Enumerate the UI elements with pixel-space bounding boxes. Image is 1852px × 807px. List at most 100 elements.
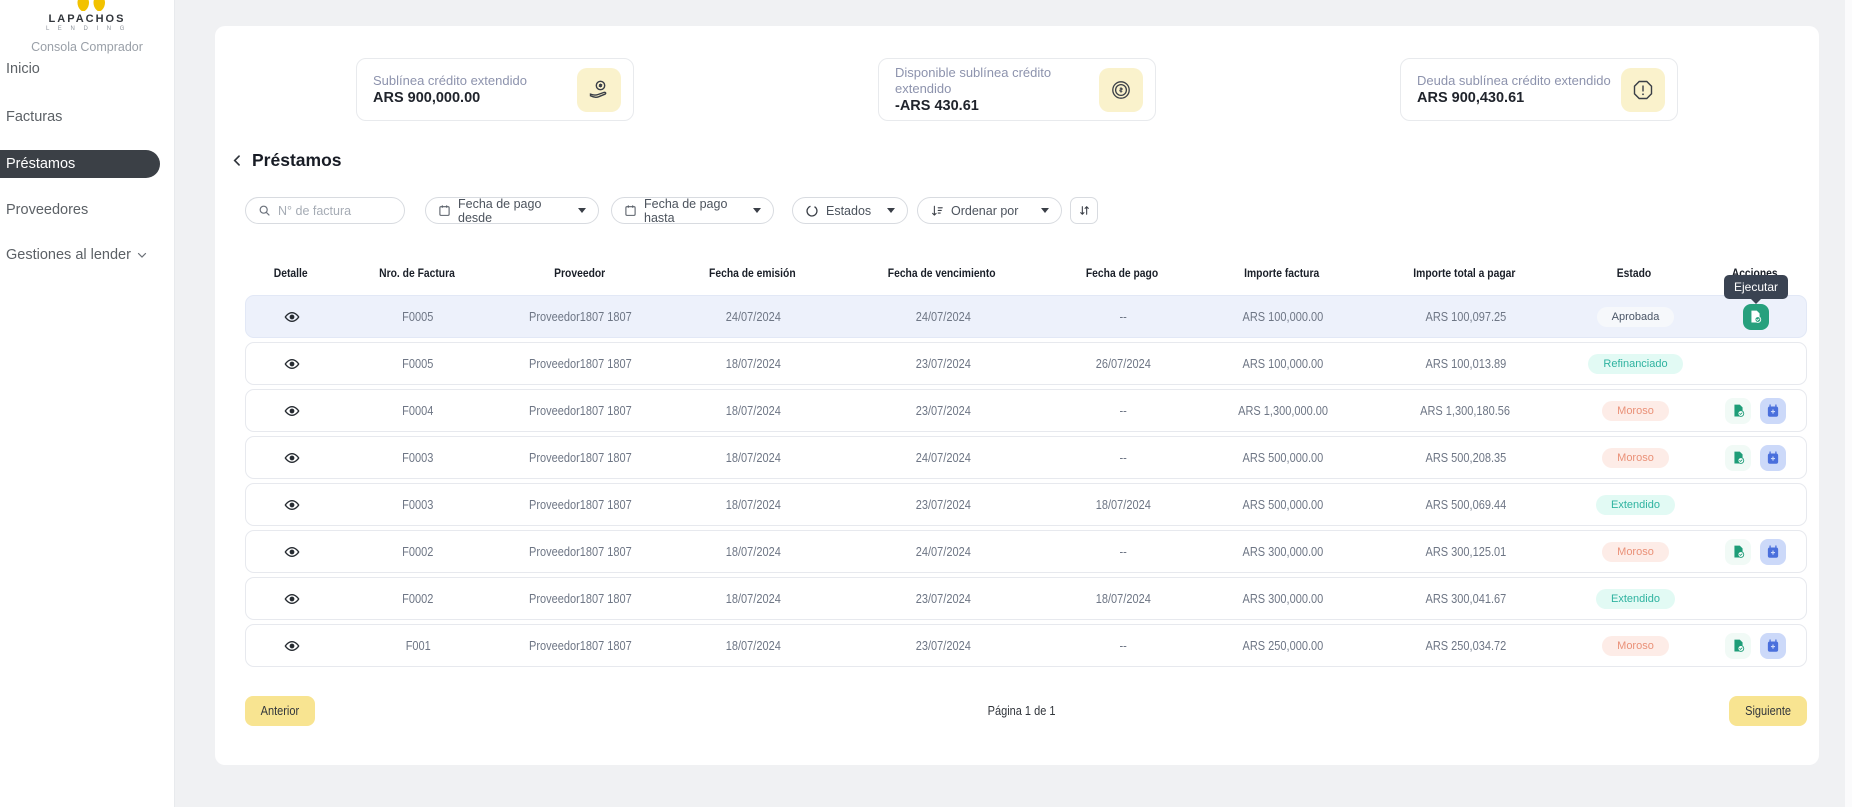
sidebar-item-inicio[interactable]: Inicio: [0, 55, 170, 83]
status-badge: Moroso: [1602, 542, 1669, 562]
invoice-check-icon: [1731, 403, 1746, 418]
view-detail-button[interactable]: [284, 544, 300, 560]
eye-icon: [284, 309, 300, 325]
provider-name: Proveedor1807 1807: [529, 310, 632, 324]
search-input-container[interactable]: [245, 197, 405, 224]
sidebar-item-label: Préstamos: [6, 156, 75, 172]
loans-table: Detalle Nro. de Factura Proveedor Fecha …: [245, 251, 1807, 671]
table-row[interactable]: F0005 Proveedor1807 1807 24/07/2024 24/0…: [245, 295, 1807, 338]
summary-cards: Sublínea crédito extendido ARS 900,000.0…: [215, 58, 1819, 121]
states-filter[interactable]: Estados: [792, 197, 908, 224]
date-from-label: Fecha de pago desde: [458, 197, 571, 225]
date-from-filter[interactable]: Fecha de pago desde: [425, 197, 599, 224]
invoice-check-icon: [1748, 309, 1763, 324]
column-header: Fecha de vencimiento: [888, 266, 996, 280]
scrollbar-track[interactable]: [1845, 0, 1852, 807]
status-badge: Moroso: [1602, 636, 1669, 656]
execute-loan-button[interactable]: [1743, 304, 1769, 330]
sidebar-item-label: Proveedores: [6, 202, 88, 218]
card-title: Sublínea crédito extendido: [373, 73, 577, 89]
view-detail-button[interactable]: [284, 638, 300, 654]
provider-name: Proveedor1807 1807: [529, 451, 632, 465]
sidebar-item-prestamos[interactable]: Préstamos: [0, 150, 160, 178]
status-badge: Extendido: [1596, 589, 1675, 609]
chevron-left-icon[interactable]: [230, 153, 245, 168]
sidebar: LAPACHOS L E N D I N G Consola Comprador…: [0, 0, 175, 807]
logo-title: LAPACHOS: [0, 13, 174, 25]
invoice-amount: ARS 500,000.00: [1243, 498, 1324, 512]
extend-loan-button[interactable]: [1760, 539, 1786, 565]
column-header: Nro. de Factura: [379, 266, 455, 280]
column-header: Proveedor: [554, 266, 605, 280]
next-page-button[interactable]: Siguiente: [1729, 696, 1807, 726]
invoice-amount: ARS 300,000.00: [1243, 545, 1324, 559]
table-row[interactable]: F001 Proveedor1807 1807 18/07/2024 23/07…: [245, 624, 1807, 667]
search-input[interactable]: [278, 204, 388, 218]
table-row[interactable]: F0004 Proveedor1807 1807 18/07/2024 23/0…: [245, 389, 1807, 432]
card-value: ARS 900,000.00: [373, 90, 577, 106]
invoice-check-icon: [1731, 638, 1746, 653]
invoice-amount: ARS 500,000.00: [1243, 451, 1324, 465]
execute-loan-button[interactable]: [1725, 398, 1751, 424]
extend-loan-button[interactable]: [1760, 445, 1786, 471]
issue-date: 18/07/2024: [725, 357, 780, 371]
previous-page-button[interactable]: Anterior: [245, 696, 315, 726]
sidebar-item-facturas[interactable]: Facturas: [0, 103, 170, 131]
sort-by-filter[interactable]: Ordenar por: [917, 197, 1062, 224]
table-row[interactable]: F0005 Proveedor1807 1807 18/07/2024 23/0…: [245, 342, 1807, 385]
caret-down-icon: [1041, 208, 1049, 213]
extend-loan-button[interactable]: [1760, 633, 1786, 659]
column-header: Detalle: [274, 266, 308, 280]
total-amount: ARS 100,097.25: [1425, 310, 1506, 324]
due-date: 23/07/2024: [915, 498, 970, 512]
provider-name: Proveedor1807 1807: [529, 404, 632, 418]
tooltip-ejecutar: Ejecutar: [1724, 275, 1788, 299]
calendar-icon: [624, 204, 637, 217]
alert-octagon-icon: [1621, 68, 1665, 112]
invoice-number: F001: [405, 639, 430, 653]
due-date: 24/07/2024: [915, 310, 970, 324]
table-row[interactable]: F0003 Proveedor1807 1807 18/07/2024 23/0…: [245, 483, 1807, 526]
invoice-number: F0004: [402, 404, 433, 418]
execute-loan-button[interactable]: [1725, 633, 1751, 659]
actions-cell: [1703, 578, 1808, 619]
date-to-filter[interactable]: Fecha de pago hasta: [611, 197, 774, 224]
table-rows: F0005 Proveedor1807 1807 24/07/2024 24/0…: [245, 295, 1807, 667]
caret-down-icon: [578, 208, 586, 213]
invoice-amount: ARS 300,000.00: [1243, 592, 1324, 606]
sidebar-item-gestiones[interactable]: Gestiones al lender: [0, 241, 170, 269]
table-row[interactable]: F0002 Proveedor1807 1807 18/07/2024 23/0…: [245, 577, 1807, 620]
card-title: Disponible sublínea crédito extendido: [895, 65, 1099, 97]
status-badge: Moroso: [1602, 401, 1669, 421]
execute-loan-button[interactable]: [1725, 445, 1751, 471]
sidebar-item-proveedores[interactable]: Proveedores: [0, 196, 170, 224]
table-row[interactable]: F0003 Proveedor1807 1807 18/07/2024 24/0…: [245, 436, 1807, 479]
page-title: Préstamos: [252, 150, 342, 171]
table-row[interactable]: F0002 Proveedor1807 1807 18/07/2024 24/0…: [245, 530, 1807, 573]
view-detail-button[interactable]: [284, 497, 300, 513]
eye-icon: [284, 403, 300, 419]
view-detail-button[interactable]: [284, 591, 300, 607]
execute-loan-button[interactable]: [1725, 539, 1751, 565]
payment-date: --: [1119, 310, 1126, 324]
invoice-number: F0003: [402, 498, 433, 512]
view-detail-button[interactable]: [284, 403, 300, 419]
view-detail-button[interactable]: [284, 309, 300, 325]
sort-direction-button[interactable]: [1070, 197, 1098, 224]
due-date: 24/07/2024: [915, 545, 970, 559]
actions-cell: [1703, 625, 1808, 666]
view-detail-button[interactable]: [284, 450, 300, 466]
issue-date: 18/07/2024: [725, 592, 780, 606]
arrows-up-down-icon: [1078, 204, 1091, 217]
invoice-amount: ARS 100,000.00: [1243, 357, 1324, 371]
invoice-number: F0003: [402, 451, 433, 465]
coin-icon: [1099, 68, 1143, 112]
view-detail-button[interactable]: [284, 356, 300, 372]
provider-name: Proveedor1807 1807: [529, 545, 632, 559]
extend-loan-button[interactable]: [1760, 398, 1786, 424]
filters-bar: Fecha de pago desde Fecha de pago hasta …: [245, 197, 1098, 224]
card-deuda-sublinea: Deuda sublínea crédito extendido ARS 900…: [1400, 58, 1678, 121]
card-disponible-sublinea: Disponible sublínea crédito extendido -A…: [878, 58, 1156, 121]
column-header: Estado: [1617, 266, 1651, 280]
issue-date: 18/07/2024: [725, 639, 780, 653]
